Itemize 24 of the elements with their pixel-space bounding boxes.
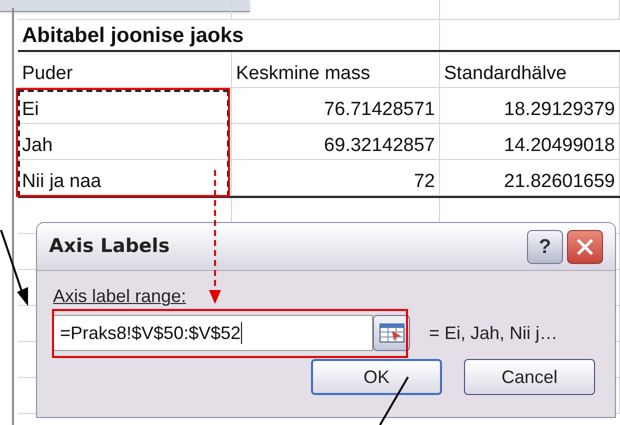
- table-title: Abitabel joonise jaoks: [22, 25, 244, 46]
- column-header: Puder: [22, 64, 73, 83]
- close-button[interactable]: [567, 230, 603, 264]
- dialog-title: Axis Labels: [49, 234, 170, 260]
- dialog-button[interactable]: Cancel: [464, 359, 595, 395]
- table-cell: 72: [414, 172, 435, 191]
- range-field[interactable]: =Praks8!$V$50:$V$52: [53, 315, 373, 351]
- table-cell: 76.71428571: [324, 100, 435, 119]
- table-cell: Ei: [22, 100, 39, 119]
- range-preview: = Ei, Jah, Nii j…: [429, 322, 558, 345]
- grid-icon: [378, 323, 404, 343]
- table-cell: 18.29129379: [504, 100, 615, 119]
- dialog-button[interactable]: OK: [311, 359, 442, 395]
- table-cell: 14.20499018: [504, 136, 615, 155]
- close-icon: [575, 236, 595, 256]
- table-cell: 69.32142857: [324, 136, 435, 155]
- column-header: Standardhälve: [444, 64, 567, 83]
- column-header: Keskmine mass: [236, 64, 370, 83]
- table-cell: 21.82601659: [504, 172, 615, 191]
- help-button[interactable]: ?: [527, 230, 563, 264]
- table-cell: Nii ja naa: [22, 172, 102, 191]
- field-label: Axis label range:: [53, 287, 186, 305]
- collapse-dialog-button[interactable]: [373, 315, 410, 351]
- table-cell: Jah: [22, 136, 53, 155]
